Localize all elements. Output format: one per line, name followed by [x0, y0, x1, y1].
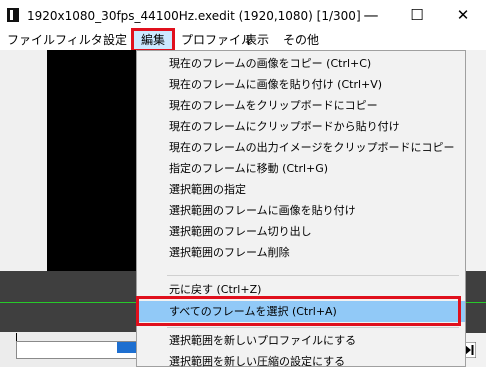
edit-menu-highlight [131, 28, 175, 52]
menu-item-copy-frame-image[interactable]: 現在のフレームの画像をコピー (Ctrl+C) [137, 53, 465, 74]
menu-item-selection-to-profile[interactable]: 選択範囲を新しいプロファイルにする [137, 330, 465, 351]
menu-item-copy-output-image[interactable]: 現在のフレームの出力イメージをクリップボードにコピー [137, 137, 465, 158]
menu-item-paste-frame-clipboard[interactable]: 現在のフレームにクリップボードから貼り付け [137, 116, 465, 137]
menu-bar: ファイル フィルタ 設定 編集 プロファイル 表示 その他 [0, 30, 486, 50]
app-icon [7, 8, 19, 22]
timeline-marker-line [0, 302, 148, 303]
menu-filter[interactable]: フィルタ [55, 30, 103, 50]
menu-profile[interactable]: プロファイル [181, 30, 253, 50]
video-preview [47, 50, 148, 271]
menu-file[interactable]: ファイル [7, 30, 55, 50]
menu-settings[interactable]: 設定 [103, 30, 127, 50]
menu-item-selection-to-compression[interactable]: 選択範囲を新しい圧縮の設定にする [137, 351, 465, 372]
menu-item-paste-frame-image[interactable]: 現在のフレームに画像を貼り付け (Ctrl+V) [137, 74, 465, 95]
menu-separator [167, 327, 459, 328]
maximize-button[interactable]: ☐ [394, 0, 440, 30]
menu-separator [167, 275, 459, 276]
close-button[interactable]: ✕ [440, 0, 486, 30]
menu-other[interactable]: その他 [283, 30, 319, 50]
seek-start-tick [16, 333, 17, 341]
right-marker-line [466, 302, 486, 303]
menu-item-paste-selection-image[interactable]: 選択範囲のフレームに画像を貼り付け [137, 200, 465, 221]
menu-item-delete-selection[interactable]: 選択範囲のフレーム削除 [137, 242, 465, 263]
menu-item-cut-selection[interactable]: 選択範囲のフレーム切り出し [137, 221, 465, 242]
minimize-button[interactable]: — [348, 0, 394, 30]
seek-thumb[interactable] [117, 342, 137, 353]
menu-item-copy-frame-clipboard[interactable]: 現在のフレームをクリップボードにコピー [137, 95, 465, 116]
select-all-highlight [136, 296, 461, 326]
left-panel [0, 50, 47, 271]
window-title: 1920x1080_30fps_44100Hz.exedit (1920,108… [27, 9, 363, 23]
title-bar: 1920x1080_30fps_44100Hz.exedit (1920,108… [0, 0, 486, 30]
menu-item-goto-frame[interactable]: 指定のフレームに移動 (Ctrl+G) [137, 158, 465, 179]
menu-item-set-selection[interactable]: 選択範囲の指定 [137, 179, 465, 200]
menu-view[interactable]: 表示 [245, 30, 269, 50]
